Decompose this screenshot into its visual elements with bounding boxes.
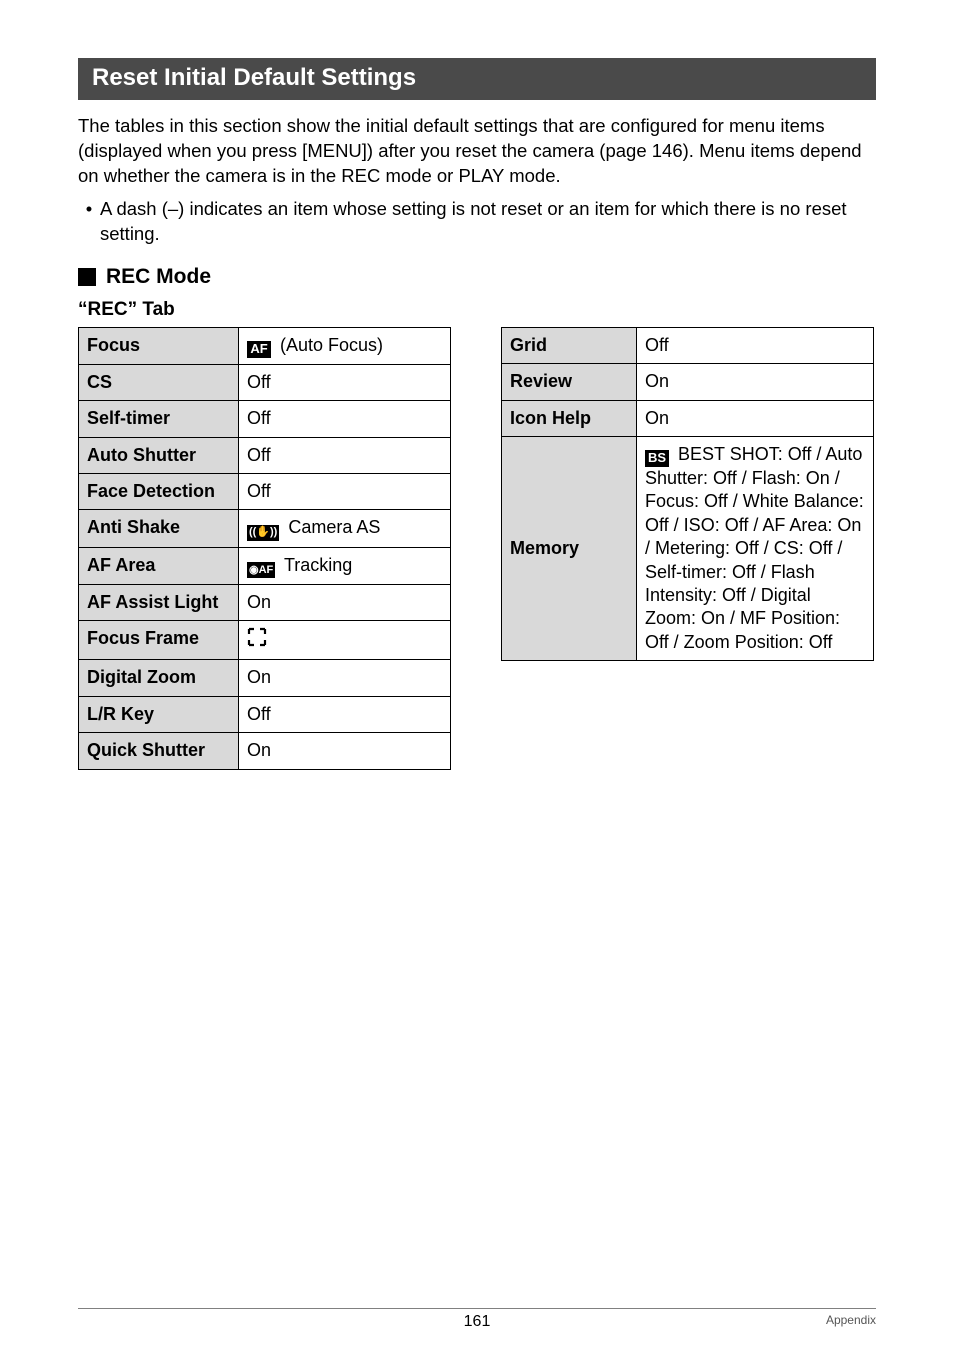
row-value [239, 621, 451, 660]
settings-table-right: Grid Off Review On Icon Help On Memory B… [501, 327, 874, 661]
af-icon: AF [247, 341, 271, 358]
row-value: Off [239, 401, 451, 437]
row-label: CS [79, 364, 239, 400]
table-row: Digital Zoom On [79, 660, 451, 696]
row-label: Anti Shake [79, 510, 239, 547]
section-title: Reset Initial Default Settings [78, 58, 876, 100]
footer-appendix: Appendix [826, 1313, 876, 1327]
row-value: On [637, 364, 874, 400]
row-value: On [637, 400, 874, 436]
row-value: AF (Auto Focus) [239, 327, 451, 364]
row-value: BS BEST SHOT: Off / Auto Shutter: Off / … [637, 437, 874, 661]
table-row: Focus Frame [79, 621, 451, 660]
row-label: Auto Shutter [79, 437, 239, 473]
best-shot-icon: BS [645, 450, 669, 467]
row-label: Digital Zoom [79, 660, 239, 696]
row-label: Review [502, 364, 637, 400]
table-row: L/R Key Off [79, 696, 451, 732]
table-row: Anti Shake ((✋)) Camera AS [79, 510, 451, 547]
bullet-item: • A dash (–) indicates an item whose set… [78, 197, 876, 247]
table-row: Focus AF (Auto Focus) [79, 327, 451, 364]
table-row: Grid Off [502, 327, 874, 363]
table-row: Memory BS BEST SHOT: Off / Auto Shutter:… [502, 437, 874, 661]
table-row: AF Assist Light On [79, 584, 451, 620]
row-value: Off [239, 437, 451, 473]
square-bullet-icon [78, 268, 96, 286]
row-value: Off [239, 696, 451, 732]
row-label: Focus Frame [79, 621, 239, 660]
row-value: ◉AF Tracking [239, 547, 451, 584]
anti-shake-icon: ((✋)) [247, 525, 279, 541]
row-value: Off [239, 364, 451, 400]
page-number: 161 [464, 1313, 491, 1331]
settings-table-left: Focus AF (Auto Focus) CS Off Self-timer … [78, 327, 451, 770]
row-label: L/R Key [79, 696, 239, 732]
row-label: AF Area [79, 547, 239, 584]
table-row: Auto Shutter Off [79, 437, 451, 473]
table-row: Self-timer Off [79, 401, 451, 437]
rec-mode-heading: REC Mode [78, 265, 876, 289]
intro-paragraph: The tables in this section show the init… [78, 114, 876, 189]
row-value: On [239, 584, 451, 620]
row-value: On [239, 733, 451, 769]
table-row: Review On [502, 364, 874, 400]
table-row: Icon Help On [502, 400, 874, 436]
tracking-icon: ◉AF [247, 562, 275, 578]
focus-frame-icon [247, 627, 267, 653]
row-value: On [239, 660, 451, 696]
row-value-text: Tracking [279, 555, 352, 575]
bullet-dot-icon: • [78, 197, 100, 247]
row-label: Icon Help [502, 400, 637, 436]
row-value: ((✋)) Camera AS [239, 510, 451, 547]
row-value: Off [239, 473, 451, 509]
row-label: Face Detection [79, 473, 239, 509]
bullet-text: A dash (–) indicates an item whose setti… [100, 197, 876, 247]
row-value-text: Camera AS [283, 517, 380, 537]
table-row: Quick Shutter On [79, 733, 451, 769]
table-row: AF Area ◉AF Tracking [79, 547, 451, 584]
row-value: Off [637, 327, 874, 363]
page-footer: 161 Appendix [78, 1308, 876, 1327]
table-row: CS Off [79, 364, 451, 400]
rec-mode-heading-text: REC Mode [106, 265, 211, 289]
memory-value-text: BEST SHOT: Off / Auto Shutter: Off / Fla… [645, 444, 864, 652]
table-row: Face Detection Off [79, 473, 451, 509]
row-label: Grid [502, 327, 637, 363]
row-label: Memory [502, 437, 637, 661]
row-label: Self-timer [79, 401, 239, 437]
row-label: AF Assist Light [79, 584, 239, 620]
rec-tab-label: “REC” Tab [78, 299, 876, 321]
row-value-text: (Auto Focus) [275, 335, 383, 355]
row-label: Focus [79, 327, 239, 364]
row-label: Quick Shutter [79, 733, 239, 769]
